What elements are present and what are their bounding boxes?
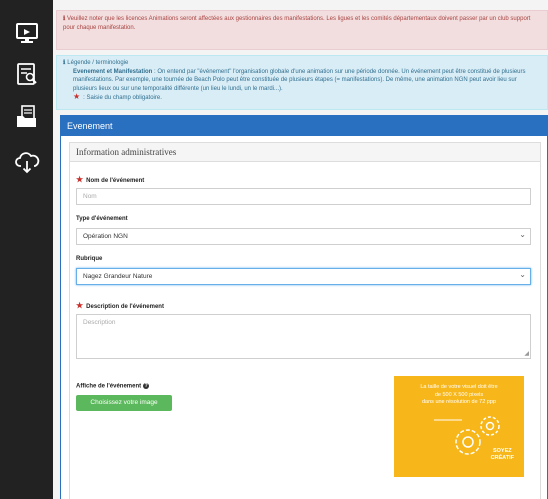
required-star-icon: ★: [76, 301, 84, 310]
monitor-icon: [15, 22, 38, 43]
section-title: Information administratives: [70, 143, 540, 162]
rubrique-select[interactable]: Nagez Grandeur Nature: [76, 267, 531, 285]
sidebar-item-monitor[interactable]: [10, 17, 43, 50]
required-star-icon: ★: [73, 92, 81, 101]
visual-size-hint: La taille de votre visuel doit être de 5…: [394, 376, 524, 477]
sidebar-item-search-document[interactable]: [10, 57, 43, 90]
nom-input[interactable]: Nom: [76, 188, 531, 205]
event-panel: Evenement Information administratives ★ N…: [60, 115, 548, 499]
type-label: Type d'événement: [76, 216, 128, 222]
soyez-creatif-text: SOYEZ CRÉATIF: [491, 448, 514, 462]
resize-grip-icon[interactable]: ◢: [524, 350, 529, 357]
description-label-row: ★ Description de l'événement: [76, 301, 164, 310]
main-content: ℹ Veuillez noter que les licences Animat…: [53, 0, 548, 499]
type-select[interactable]: Opération NGN: [76, 227, 531, 245]
description-textarea[interactable]: Description ◢: [76, 314, 531, 359]
panel-title: Evenement: [61, 116, 547, 136]
type-select-value: Opération NGN: [83, 233, 128, 240]
description-placeholder: Description: [83, 319, 116, 326]
legend-alert: ℹ Légende / terminologie Evenement et Ma…: [56, 55, 548, 110]
licence-warning-text: Veuillez noter que les licences Animatio…: [63, 16, 531, 31]
visual-hint-line3: dans une résolution de 72 ppp: [421, 399, 496, 405]
nom-label-row: ★ Nom de l'événement: [76, 175, 144, 184]
visual-hint-line2: de 500 X 500 pixels: [434, 391, 484, 398]
description-label: Description de l'événement: [86, 304, 164, 310]
sidebar: [0, 0, 53, 499]
info-icon: ℹ: [63, 60, 66, 66]
sidebar-item-cloud-download[interactable]: [10, 145, 43, 178]
affiche-label-row: Affiche de l'événement?: [76, 383, 150, 390]
rubrique-select-value: Nagez Grandeur Nature: [83, 273, 153, 280]
affiche-label: Affiche de l'événement: [76, 383, 142, 390]
sidebar-item-folder-document[interactable]: [10, 100, 43, 133]
required-star-icon: ★: [76, 175, 84, 184]
rubrique-label: Rubrique: [76, 256, 103, 262]
folder-document-icon: [16, 104, 36, 127]
legend-term: Evenement et Manifestation: [73, 68, 153, 75]
licence-warning-alert: ℹ Veuillez noter que les licences Animat…: [56, 10, 548, 50]
visual-hint-line1: La taille de votre visuel doit être: [420, 384, 498, 390]
creatif-line1: SOYEZ: [492, 448, 512, 454]
creatif-line2: CRÉATIF: [490, 455, 514, 461]
cloud-download-icon: [14, 151, 39, 173]
required-legend-text: : Saisie du champ obligatoire.: [83, 95, 162, 101]
nom-label: Nom de l'événement: [86, 178, 145, 184]
choose-image-button[interactable]: Choisissez votre image: [76, 395, 172, 411]
document-search-icon: [16, 62, 37, 85]
admin-info-panel: Information administratives ★ Nom de l'év…: [69, 142, 541, 499]
legend-title: Légende / terminologie: [67, 60, 129, 66]
help-icon[interactable]: ?: [143, 383, 150, 389]
